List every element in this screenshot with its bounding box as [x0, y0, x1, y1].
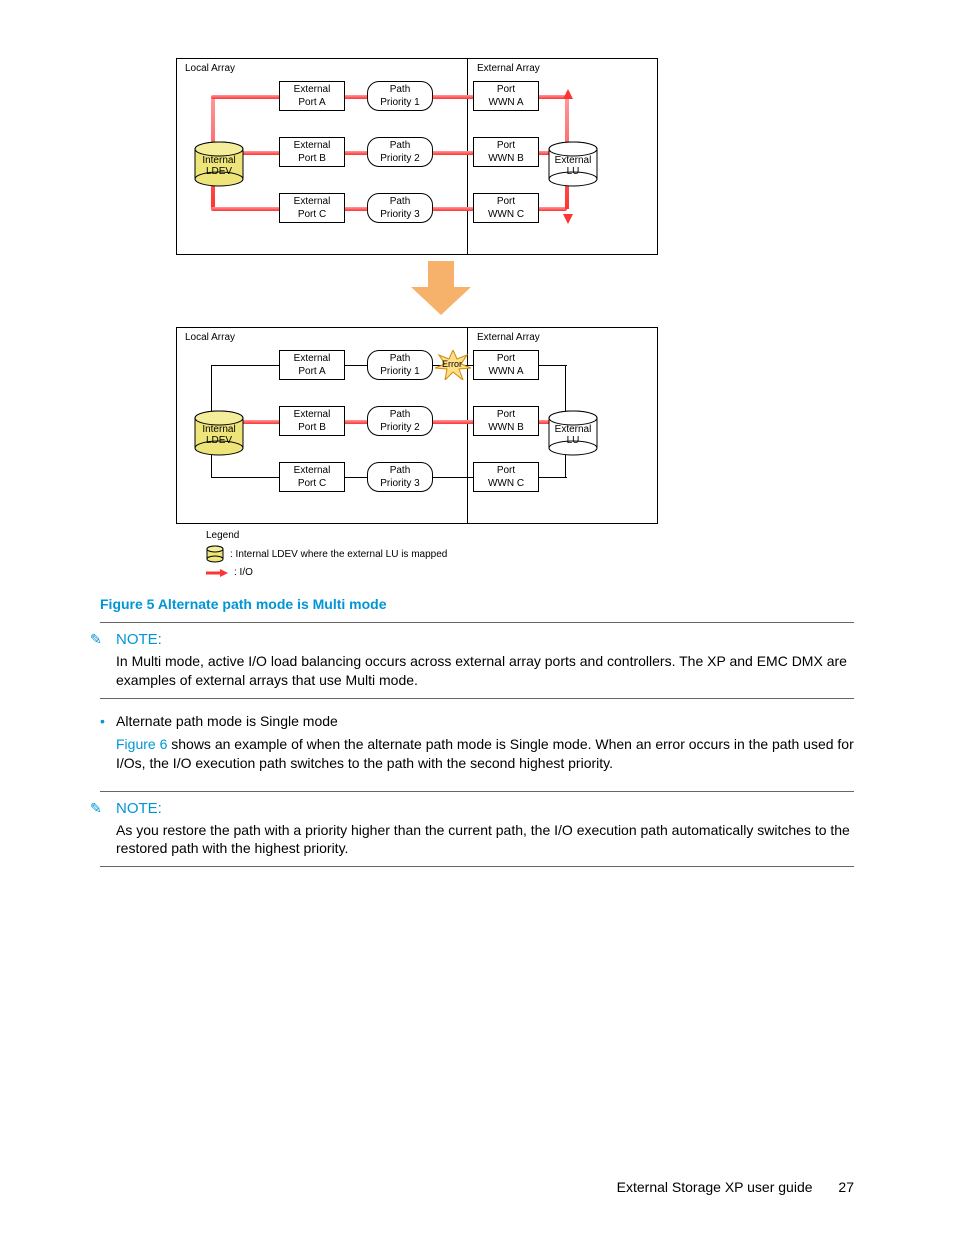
bullet-item: • Alternate path mode is Single mode	[100, 713, 854, 729]
divider	[100, 791, 854, 792]
figure-diagram: Local Array External Array InternalLDEV	[176, 58, 676, 578]
ext-port-b: ExternalPort B	[279, 137, 345, 167]
note-text-1: In Multi mode, active I/O load balancing…	[116, 652, 854, 690]
error-starburst-icon: Error	[435, 350, 471, 385]
path-prio-3: PathPriority 3	[367, 193, 433, 223]
port-wwn-b: PortWWN B	[473, 137, 539, 167]
port-wwn-c: PortWWN C	[473, 193, 539, 223]
divider	[100, 622, 854, 623]
note-text-2: As you restore the path with a priority …	[116, 821, 854, 859]
legend-title: Legend	[206, 530, 676, 541]
legend-ldev-icon	[206, 545, 224, 563]
path-prio-2: PathPriority 2	[367, 137, 433, 167]
page-footer: External Storage XP user guide 27	[617, 1179, 854, 1195]
footer-title: External Storage XP user guide	[617, 1179, 813, 1195]
bullet-icon: •	[100, 713, 105, 729]
path-prio-1: PathPriority 1	[367, 81, 433, 111]
divider	[100, 866, 854, 867]
diagram-top-box: Local Array External Array InternalLDEV	[176, 58, 658, 255]
legend-item-2: : I/O	[234, 567, 253, 578]
note-heading-2: ✎ NOTE:	[116, 800, 854, 817]
local-array-label-2: Local Array	[185, 332, 235, 343]
internal-ldev-icon-2: InternalLDEV	[193, 410, 245, 456]
port-wwn-a: PortWWN A	[473, 81, 539, 111]
page-number: 27	[838, 1179, 854, 1195]
note-icon: ✎	[90, 631, 102, 648]
figure-6-link[interactable]: Figure 6	[116, 736, 167, 752]
figure-caption: Figure 5 Alternate path mode is Multi mo…	[100, 596, 854, 612]
local-array-label: Local Array	[185, 63, 235, 74]
bullet-text: Alternate path mode is Single mode	[116, 713, 338, 729]
internal-ldev-icon: InternalLDEV	[193, 141, 245, 187]
external-lu-icon: ExternalLU	[547, 141, 599, 187]
legend-item-1: : Internal LDEV where the external LU is…	[230, 549, 447, 560]
ext-port-a: ExternalPort A	[279, 81, 345, 111]
external-lu-icon-2: ExternalLU	[547, 410, 599, 456]
bullet-paragraph: Figure 6 shows an example of when the al…	[116, 735, 854, 773]
external-array-label-2: External Array	[477, 332, 540, 343]
down-arrow-icon	[406, 261, 476, 321]
note-heading-1: ✎ NOTE:	[116, 631, 854, 648]
legend: Legend : Internal LDEV where the externa…	[206, 530, 676, 578]
external-array-label: External Array	[477, 63, 540, 74]
divider	[100, 698, 854, 699]
ext-port-c: ExternalPort C	[279, 193, 345, 223]
diagram-bottom-box: Local Array External Array Error Interna…	[176, 327, 658, 524]
note-icon: ✎	[90, 800, 102, 817]
legend-io-arrow-icon	[206, 568, 228, 578]
